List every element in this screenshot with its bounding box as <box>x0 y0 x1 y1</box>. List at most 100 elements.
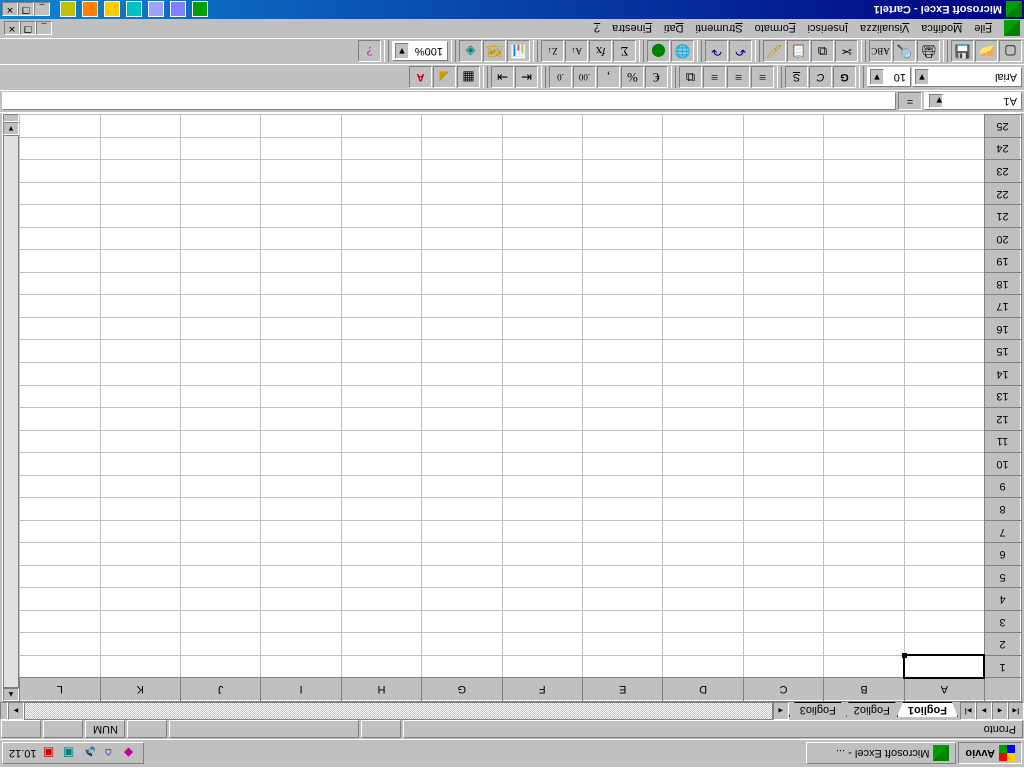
col-header-F[interactable]: F <box>502 678 582 701</box>
align-left-button[interactable]: ≡ <box>751 67 774 89</box>
cell-A12[interactable] <box>904 408 984 431</box>
cell-J8[interactable] <box>180 498 260 521</box>
col-header-G[interactable]: G <box>422 678 502 701</box>
cell-A8[interactable] <box>904 498 984 521</box>
row-header-24[interactable]: 24 <box>985 137 1021 160</box>
cell-A16[interactable] <box>904 317 984 340</box>
cell-E13[interactable] <box>582 385 662 408</box>
col-header-J[interactable]: J <box>180 678 260 701</box>
cell-I14[interactable] <box>261 363 341 386</box>
cell-D5[interactable] <box>663 565 743 588</box>
cell-H10[interactable] <box>341 453 421 476</box>
scroll-left-button[interactable]: ◂ <box>773 702 789 720</box>
cell-G25[interactable] <box>422 115 502 138</box>
cell-K22[interactable] <box>100 182 180 205</box>
cell-F4[interactable] <box>502 588 582 611</box>
cell-I19[interactable] <box>261 250 341 273</box>
cell-D18[interactable] <box>663 272 743 295</box>
autosum-button[interactable]: Σ <box>613 41 636 63</box>
cell-I22[interactable] <box>261 182 341 205</box>
cell-I17[interactable] <box>261 295 341 318</box>
cell-B18[interactable] <box>824 272 904 295</box>
cell-I2[interactable] <box>261 633 341 656</box>
cell-B5[interactable] <box>824 565 904 588</box>
cell-F19[interactable] <box>502 250 582 273</box>
cell-H23[interactable] <box>341 160 421 183</box>
cell-C21[interactable] <box>743 205 823 228</box>
cell-D6[interactable] <box>663 543 743 566</box>
cell-C10[interactable] <box>743 453 823 476</box>
menu-formato[interactable]: Formato <box>749 21 802 37</box>
cell-H20[interactable] <box>341 227 421 250</box>
cell-I13[interactable] <box>261 385 341 408</box>
cell-C2[interactable] <box>743 633 823 656</box>
cell-D11[interactable] <box>663 430 743 453</box>
fill-color-button[interactable]: ◢ <box>433 67 456 89</box>
cell-B24[interactable] <box>824 137 904 160</box>
cell-F9[interactable] <box>502 475 582 498</box>
cell-E3[interactable] <box>582 610 662 633</box>
doc-close-button[interactable]: ✕ <box>4 22 20 36</box>
cell-K8[interactable] <box>100 498 180 521</box>
cell-C15[interactable] <box>743 340 823 363</box>
paste-button[interactable]: 📋 <box>787 41 810 63</box>
cell-A25[interactable] <box>904 115 984 138</box>
row-header-16[interactable]: 16 <box>985 317 1021 340</box>
cell-L13[interactable] <box>20 385 101 408</box>
cell-F5[interactable] <box>502 565 582 588</box>
cell-J9[interactable] <box>180 475 260 498</box>
row-header-3[interactable]: 3 <box>985 610 1021 633</box>
cell-A24[interactable] <box>904 137 984 160</box>
cell-C11[interactable] <box>743 430 823 453</box>
row-header-7[interactable]: 7 <box>985 520 1021 543</box>
web-toolbar-button[interactable]: ⬤ <box>647 41 670 63</box>
comma-style-button[interactable]: , <box>597 67 620 89</box>
formula-input[interactable] <box>2 93 896 111</box>
cell-A6[interactable] <box>904 543 984 566</box>
cell-I18[interactable] <box>261 272 341 295</box>
cell-G19[interactable] <box>422 250 502 273</box>
menu-?[interactable]: ? <box>588 21 606 37</box>
increase-indent-button[interactable]: ⇥ <box>491 67 514 89</box>
cell-J11[interactable] <box>180 430 260 453</box>
cell-B13[interactable] <box>824 385 904 408</box>
col-header-D[interactable]: D <box>663 678 743 701</box>
cell-K24[interactable] <box>100 137 180 160</box>
cell-I21[interactable] <box>261 205 341 228</box>
cell-D7[interactable] <box>663 520 743 543</box>
cell-L8[interactable] <box>20 498 101 521</box>
col-header-I[interactable]: I <box>261 678 341 701</box>
sheet-nav-first[interactable]: I◂ <box>1008 702 1024 720</box>
clock[interactable]: 10.12 <box>9 748 37 760</box>
cell-E19[interactable] <box>582 250 662 273</box>
cell-I23[interactable] <box>261 160 341 183</box>
cell-E24[interactable] <box>582 137 662 160</box>
cell-E15[interactable] <box>582 340 662 363</box>
cell-A2[interactable] <box>904 633 984 656</box>
cell-K18[interactable] <box>100 272 180 295</box>
cell-H24[interactable] <box>341 137 421 160</box>
cell-H9[interactable] <box>341 475 421 498</box>
cell-H25[interactable] <box>341 115 421 138</box>
cell-B7[interactable] <box>824 520 904 543</box>
decrease-indent-button[interactable]: ⇤ <box>515 67 538 89</box>
cell-G9[interactable] <box>422 475 502 498</box>
start-button[interactable]: Avvio <box>958 743 1022 765</box>
cell-F23[interactable] <box>502 160 582 183</box>
currency-button[interactable]: € <box>645 67 668 89</box>
scroll-down-button[interactable]: ▾ <box>3 122 19 135</box>
restore-button[interactable]: ❐ <box>18 3 34 17</box>
sheet-nav-last[interactable]: ▸I <box>960 702 976 720</box>
cell-K13[interactable] <box>100 385 180 408</box>
cell-I5[interactable] <box>261 565 341 588</box>
cell-A10[interactable] <box>904 453 984 476</box>
cell-G8[interactable] <box>422 498 502 521</box>
cell-B2[interactable] <box>824 633 904 656</box>
cell-K23[interactable] <box>100 160 180 183</box>
cell-G17[interactable] <box>422 295 502 318</box>
cell-K12[interactable] <box>100 408 180 431</box>
cell-J14[interactable] <box>180 363 260 386</box>
sheet-tab-foglio1[interactable]: Foglio1 <box>897 702 958 717</box>
cell-H4[interactable] <box>341 588 421 611</box>
cell-A21[interactable] <box>904 205 984 228</box>
